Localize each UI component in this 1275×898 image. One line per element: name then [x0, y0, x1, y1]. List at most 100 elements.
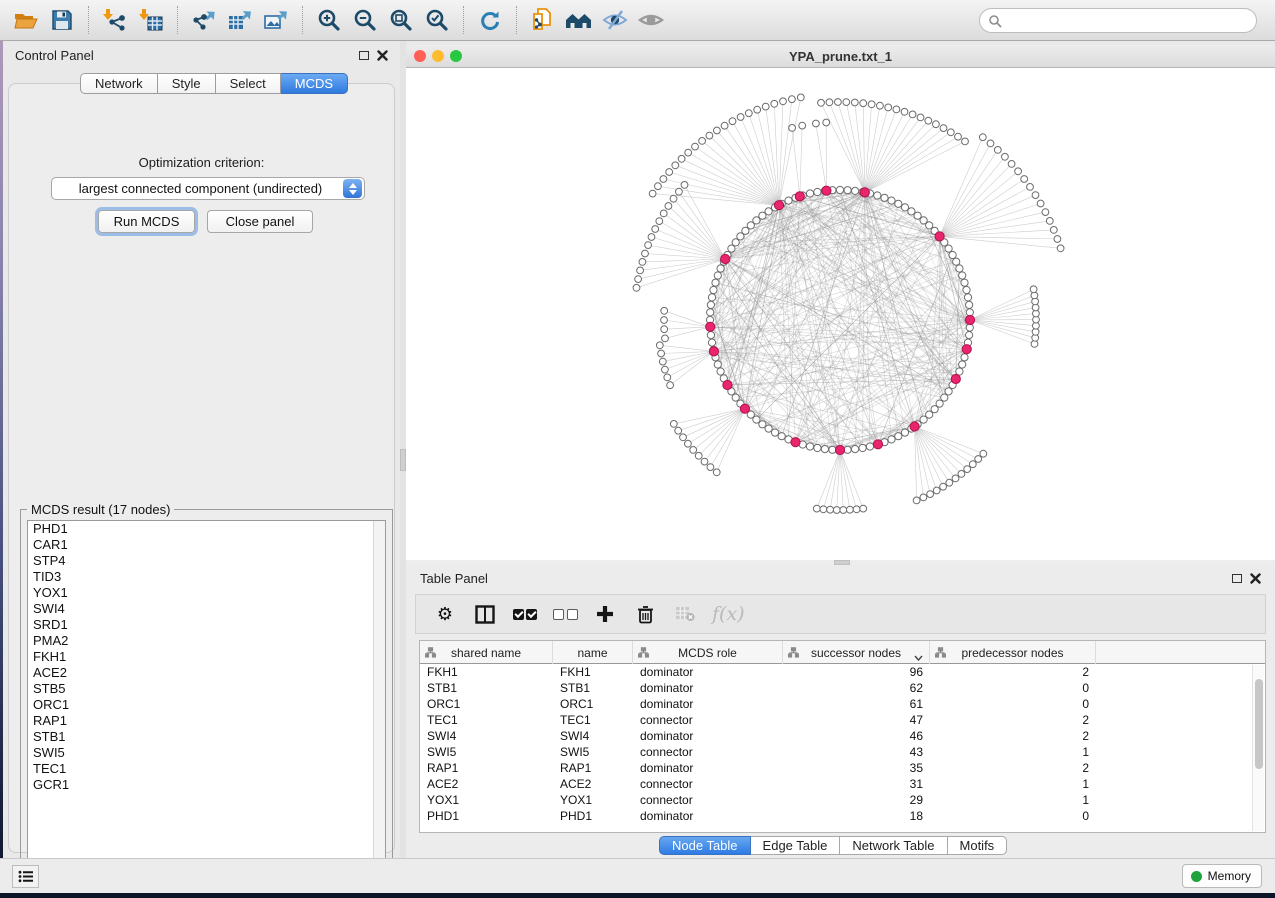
import-table-button[interactable] — [133, 4, 169, 36]
column-tree-icon — [425, 647, 436, 661]
mcds-result-item[interactable]: PHD1 — [28, 521, 385, 537]
delete-table-button[interactable] — [672, 600, 698, 628]
table-row[interactable]: STB1STB1dominator620 — [420, 680, 1265, 696]
tab-select[interactable]: Select — [216, 73, 281, 94]
tab-style[interactable]: Style — [158, 73, 216, 94]
table-cell: TEC1 — [420, 712, 553, 728]
table-cell: YOX1 — [420, 792, 553, 808]
network-window-title: YPA_prune.txt_1 — [406, 49, 1275, 64]
table-cell: 18 — [783, 808, 930, 824]
export-network-button[interactable] — [186, 4, 222, 36]
run-mcds-button[interactable]: Run MCDS — [98, 210, 195, 233]
zoom-fit-button[interactable] — [383, 4, 419, 36]
mcds-result-item[interactable]: ORC1 — [28, 697, 385, 713]
hide-selected-button[interactable] — [597, 4, 633, 36]
mcds-result-item[interactable]: SWI4 — [28, 601, 385, 617]
import-network-button[interactable] — [97, 4, 133, 36]
zoom-out-icon — [353, 8, 377, 32]
mcds-result-item[interactable]: CAR1 — [28, 537, 385, 553]
column-header-MCDS-role[interactable]: MCDS role — [633, 641, 783, 664]
float-panel-icon[interactable] — [359, 51, 369, 60]
memory-button[interactable]: Memory — [1182, 864, 1262, 888]
zoom-out-button[interactable] — [347, 4, 383, 36]
export-image-button[interactable] — [258, 4, 294, 36]
table-row[interactable]: ACE2ACE2connector311 — [420, 776, 1265, 792]
mcds-result-item[interactable]: RAP1 — [28, 713, 385, 729]
show-eye-button[interactable] — [633, 4, 669, 36]
clone-network-button[interactable] — [525, 4, 561, 36]
table-row[interactable]: YOX1YOX1connector291 — [420, 792, 1265, 808]
checked-box-icon — [526, 609, 537, 620]
mcds-result-item[interactable]: SWI5 — [28, 745, 385, 761]
table-cell: 96 — [783, 664, 930, 680]
column-header-name[interactable]: name — [553, 641, 633, 664]
table-settings-button[interactable]: ⚙ — [432, 600, 458, 628]
network-view[interactable] — [406, 68, 1275, 560]
table-row[interactable]: SWI5SWI5connector431 — [420, 744, 1265, 760]
select-all-columns-button[interactable] — [512, 600, 538, 628]
create-column-button[interactable] — [592, 600, 618, 628]
show-column-selector-button[interactable] — [472, 600, 498, 628]
tab-node-table[interactable]: Node Table — [659, 836, 751, 855]
mcds-result-item[interactable]: PMA2 — [28, 633, 385, 649]
column-header-shared-name[interactable]: shared name — [420, 641, 553, 664]
mcds-result-item[interactable]: STB1 — [28, 729, 385, 745]
zoom-selected-button[interactable] — [419, 4, 455, 36]
table-row[interactable]: RAP1RAP1dominator352 — [420, 760, 1265, 776]
tab-network[interactable]: Network — [80, 73, 158, 94]
close-table-panel-icon[interactable] — [1250, 573, 1261, 584]
table-scrollbar[interactable] — [1252, 665, 1264, 831]
save-icon — [51, 9, 73, 31]
mcds-result-item[interactable]: STP4 — [28, 553, 385, 569]
table-row[interactable]: TEC1TEC1connector472 — [420, 712, 1265, 728]
table-row[interactable]: ORC1ORC1dominator610 — [420, 696, 1265, 712]
mcds-result-item[interactable]: TEC1 — [28, 761, 385, 777]
tab-edge-table[interactable]: Edge Table — [751, 836, 841, 855]
zoom-in-button[interactable] — [311, 4, 347, 36]
mcds-result-item[interactable]: STB5 — [28, 681, 385, 697]
deselect-all-columns-button[interactable] — [552, 600, 578, 628]
mcds-result-item[interactable]: FKH1 — [28, 649, 385, 665]
mcds-result-item[interactable]: GCR1 — [28, 777, 385, 793]
open-file-button[interactable] — [8, 4, 44, 36]
tab-motifs[interactable]: Motifs — [948, 836, 1008, 855]
import-table-icon — [138, 8, 164, 32]
search-field[interactable] — [979, 8, 1257, 33]
save-session-button[interactable] — [44, 4, 80, 36]
mcds-result-item[interactable]: YOX1 — [28, 585, 385, 601]
zoom-selected-icon — [425, 8, 449, 32]
refresh-icon — [478, 8, 502, 32]
table-cell: 35 — [783, 760, 930, 776]
function-builder-button[interactable]: f(x) — [712, 600, 745, 628]
tab-mcds[interactable]: MCDS — [281, 73, 348, 94]
column-header-predecessor-nodes[interactable]: predecessor nodes — [930, 641, 1096, 664]
table-cell: connector — [633, 712, 783, 728]
criterion-dropdown[interactable]: largest connected component (undirected) — [51, 177, 365, 200]
close-panel-button[interactable]: Close panel — [207, 210, 313, 233]
column-header-successor-nodes[interactable]: successor nodes — [783, 641, 930, 664]
mcds-result-item[interactable]: TID3 — [28, 569, 385, 585]
close-panel-icon[interactable] — [377, 50, 388, 61]
mcds-result-list[interactable]: PHD1CAR1STP4TID3YOX1SWI4SRD1PMA2FKH1ACE2… — [27, 520, 386, 875]
table-row[interactable]: FKH1FKH1dominator962 — [420, 664, 1265, 680]
search-input[interactable] — [1002, 11, 1256, 31]
tab-network-table[interactable]: Network Table — [840, 836, 947, 855]
table-cell: ORC1 — [553, 696, 633, 712]
delete-column-button[interactable] — [632, 600, 658, 628]
search-icon — [988, 14, 1002, 28]
mcds-result-item[interactable]: ACE2 — [28, 665, 385, 681]
application-window: Control Panel Optimization criterion: la… — [0, 0, 1275, 898]
float-table-panel-icon[interactable] — [1232, 574, 1242, 583]
task-history-button[interactable] — [12, 865, 39, 888]
control-panel-title: Control Panel — [15, 48, 94, 63]
table-cell: RAP1 — [553, 760, 633, 776]
table-row[interactable]: SWI4SWI4dominator462 — [420, 728, 1265, 744]
mcds-list-scrollbar[interactable] — [373, 521, 385, 874]
network-window-titlebar[interactable]: YPA_prune.txt_1 — [406, 45, 1275, 68]
mcds-result-item[interactable]: SRD1 — [28, 617, 385, 633]
export-table-button[interactable] — [222, 4, 258, 36]
table-scrollbar-thumb[interactable] — [1255, 679, 1263, 769]
apply-layout-button[interactable] — [472, 4, 508, 36]
table-row[interactable]: PHD1PHD1dominator180 — [420, 808, 1265, 824]
show-all-nodes-button[interactable] — [561, 4, 597, 36]
